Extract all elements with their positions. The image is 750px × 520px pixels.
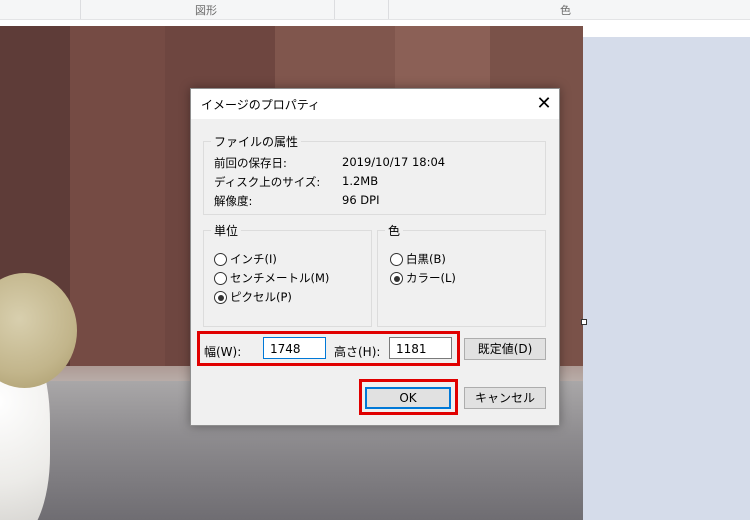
color-group: 色 白黒(B) カラー(L) [377,222,546,327]
pixel-radio[interactable] [214,291,227,304]
last-saved-value: 2019/10/17 18:04 [342,155,446,169]
color-legend: 色 [385,222,404,239]
color-radio[interactable] [390,272,403,285]
dialog-title: イメージのプロパティ [201,98,321,112]
dialog-titlebar[interactable]: イメージのプロパティ ✕ [191,89,559,119]
resolution-value: 96 DPI [342,193,380,207]
ribbon-group-shapes-label: 図形 [195,4,217,17]
last-saved-label: 前回の保存日: [214,156,287,170]
monochrome-label[interactable]: 白黒(B) [406,251,446,267]
default-values-button[interactable]: 既定値(D) [464,338,546,360]
image-properties-dialog: イメージのプロパティ ✕ ファイルの属性 前回の保存日: 2019/10/17 … [190,88,560,426]
ribbon-strip: 図形 色 [0,0,750,20]
wood-plank [70,26,165,366]
cancel-button[interactable]: キャンセル [464,387,546,409]
ribbon-separator [334,0,335,19]
canvas-resize-handle[interactable] [581,319,587,325]
close-icon[interactable]: ✕ [529,89,559,119]
ribbon-separator [388,0,389,19]
units-legend: 単位 [211,222,242,239]
ribbon-group-colors-label: 色 [560,4,571,17]
color-option-label[interactable]: カラー(L) [406,270,456,286]
file-attributes-legend: ファイルの属性 [211,133,302,150]
workspace-background [583,37,750,520]
inch-label[interactable]: インチ(I) [230,251,277,267]
monochrome-radio[interactable] [390,253,403,266]
ok-button-highlight [359,379,458,415]
pixel-label[interactable]: ピクセル(P) [230,289,292,305]
disk-size-value: 1.2MB [342,174,379,188]
ribbon-separator [80,0,81,19]
resolution-label: 解像度: [214,194,253,208]
inch-radio[interactable] [214,253,227,266]
file-attributes-group: ファイルの属性 前回の保存日: 2019/10/17 18:04 ディスク上のサ… [203,133,546,215]
units-group: 単位 インチ(I) センチメートル(M) ピクセル(P) [203,222,372,327]
centimeter-label[interactable]: センチメートル(M) [230,270,329,286]
disk-size-label: ディスク上のサイズ: [214,175,321,189]
size-fields-highlight [197,331,460,366]
centimeter-radio[interactable] [214,272,227,285]
